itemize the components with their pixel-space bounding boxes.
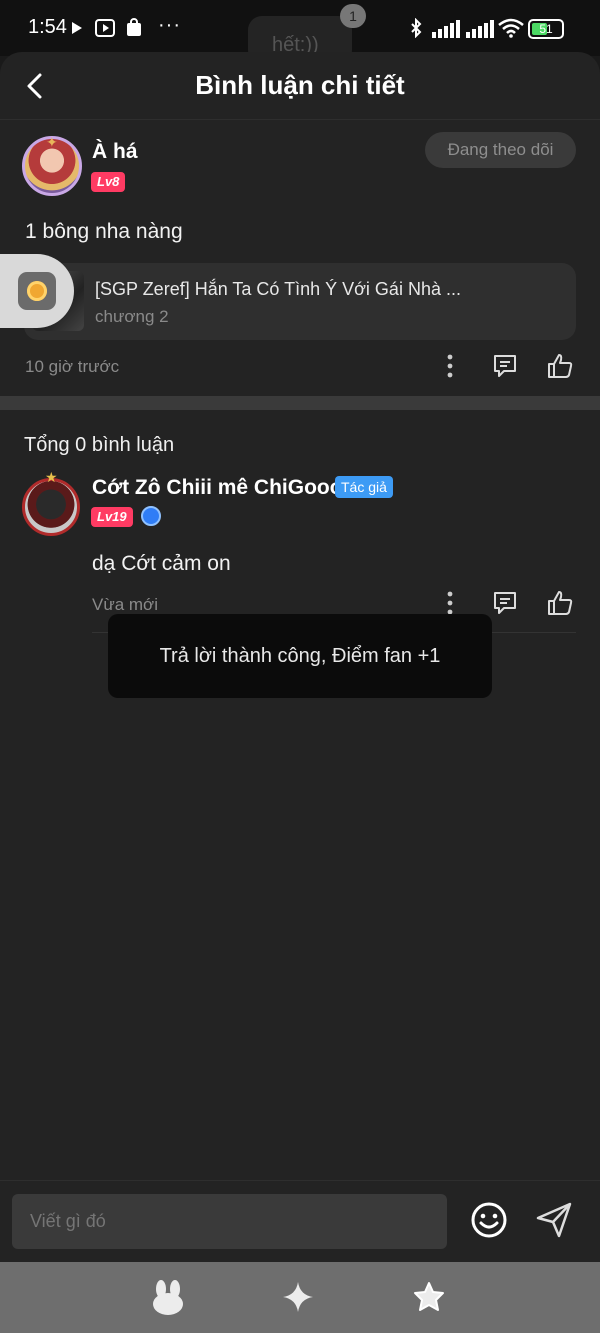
bluetooth-icon xyxy=(411,18,422,38)
header: Bình luận chi tiết xyxy=(0,52,600,120)
battery-icon: 51 xyxy=(528,19,564,39)
level-badge: Lv8 xyxy=(91,172,126,192)
bottom-navigation xyxy=(0,1262,600,1333)
battery-level: 51 xyxy=(539,22,553,36)
comment-input[interactable] xyxy=(12,1194,447,1249)
more-icon[interactable] xyxy=(437,353,463,379)
signal-strength-icon xyxy=(432,20,460,38)
following-button[interactable]: Đang theo dõi xyxy=(425,132,576,168)
verified-badge-icon xyxy=(141,506,161,526)
reply-text: dạ Cớt cảm on xyxy=(92,552,231,575)
play-store-icon xyxy=(95,19,115,37)
reply-time: Vừa mới xyxy=(92,595,158,614)
forward-arrow-icon xyxy=(72,22,82,34)
emoji-icon[interactable] xyxy=(470,1201,508,1239)
section-divider xyxy=(0,396,600,410)
chapter-link-card[interactable]: [SGP Zeref] Hắn Ta Có Tình Ý Với Gái Nhà… xyxy=(24,263,576,340)
reply-avatar[interactable] xyxy=(22,478,80,536)
reply-reply-icon[interactable] xyxy=(492,590,518,616)
reply-more-icon[interactable] xyxy=(437,590,463,616)
success-toast: Trả lời thành công, Điểm fan +1 xyxy=(108,614,492,698)
sparkle-icon[interactable] xyxy=(280,1279,316,1315)
chapter-title: [SGP Zeref] Hắn Ta Có Tình Ý Với Gái Nhà… xyxy=(95,279,461,299)
comment-time: 10 giờ trước xyxy=(25,357,120,376)
bunny-icon[interactable] xyxy=(150,1279,186,1315)
like-icon[interactable] xyxy=(547,353,573,379)
author-tag: Tác giả xyxy=(335,476,393,498)
replies-count-title: Tổng 0 bình luận xyxy=(24,434,175,456)
reply-username[interactable]: Cớt Zô Chiii mê ChiGooo xyxy=(92,476,343,500)
coin-icon[interactable] xyxy=(18,272,56,310)
shopping-bag-icon xyxy=(127,18,141,36)
wifi-icon xyxy=(498,18,524,38)
status-more-dots: ··· xyxy=(158,14,181,36)
reply-level-badge: Lv19 xyxy=(91,507,133,527)
comment-text: 1 bông nha nàng xyxy=(25,220,183,243)
page-title: Bình luận chi tiết xyxy=(195,70,405,100)
status-bar: 1:54 ··· hết:)) 1 51 xyxy=(0,0,600,64)
avatar-frame-icon: ✦ xyxy=(46,134,58,150)
comment-username[interactable]: À há xyxy=(92,140,138,164)
reply-icon[interactable] xyxy=(492,353,518,379)
chapter-number: chương 2 xyxy=(95,307,169,326)
star-icon[interactable] xyxy=(411,1279,447,1315)
comment-detail-sheet: Bình luận chi tiết ✦ À há Lv8 Đang theo … xyxy=(0,52,600,1262)
status-time: 1:54 xyxy=(28,16,67,38)
signal-strength-2-icon xyxy=(466,20,494,38)
notification-count-badge: 1 xyxy=(340,4,366,28)
send-icon[interactable] xyxy=(535,1201,573,1239)
comment-composer xyxy=(0,1180,600,1262)
reply-like-icon[interactable] xyxy=(547,590,573,616)
avatar-crown-icon: ★ xyxy=(45,469,58,485)
